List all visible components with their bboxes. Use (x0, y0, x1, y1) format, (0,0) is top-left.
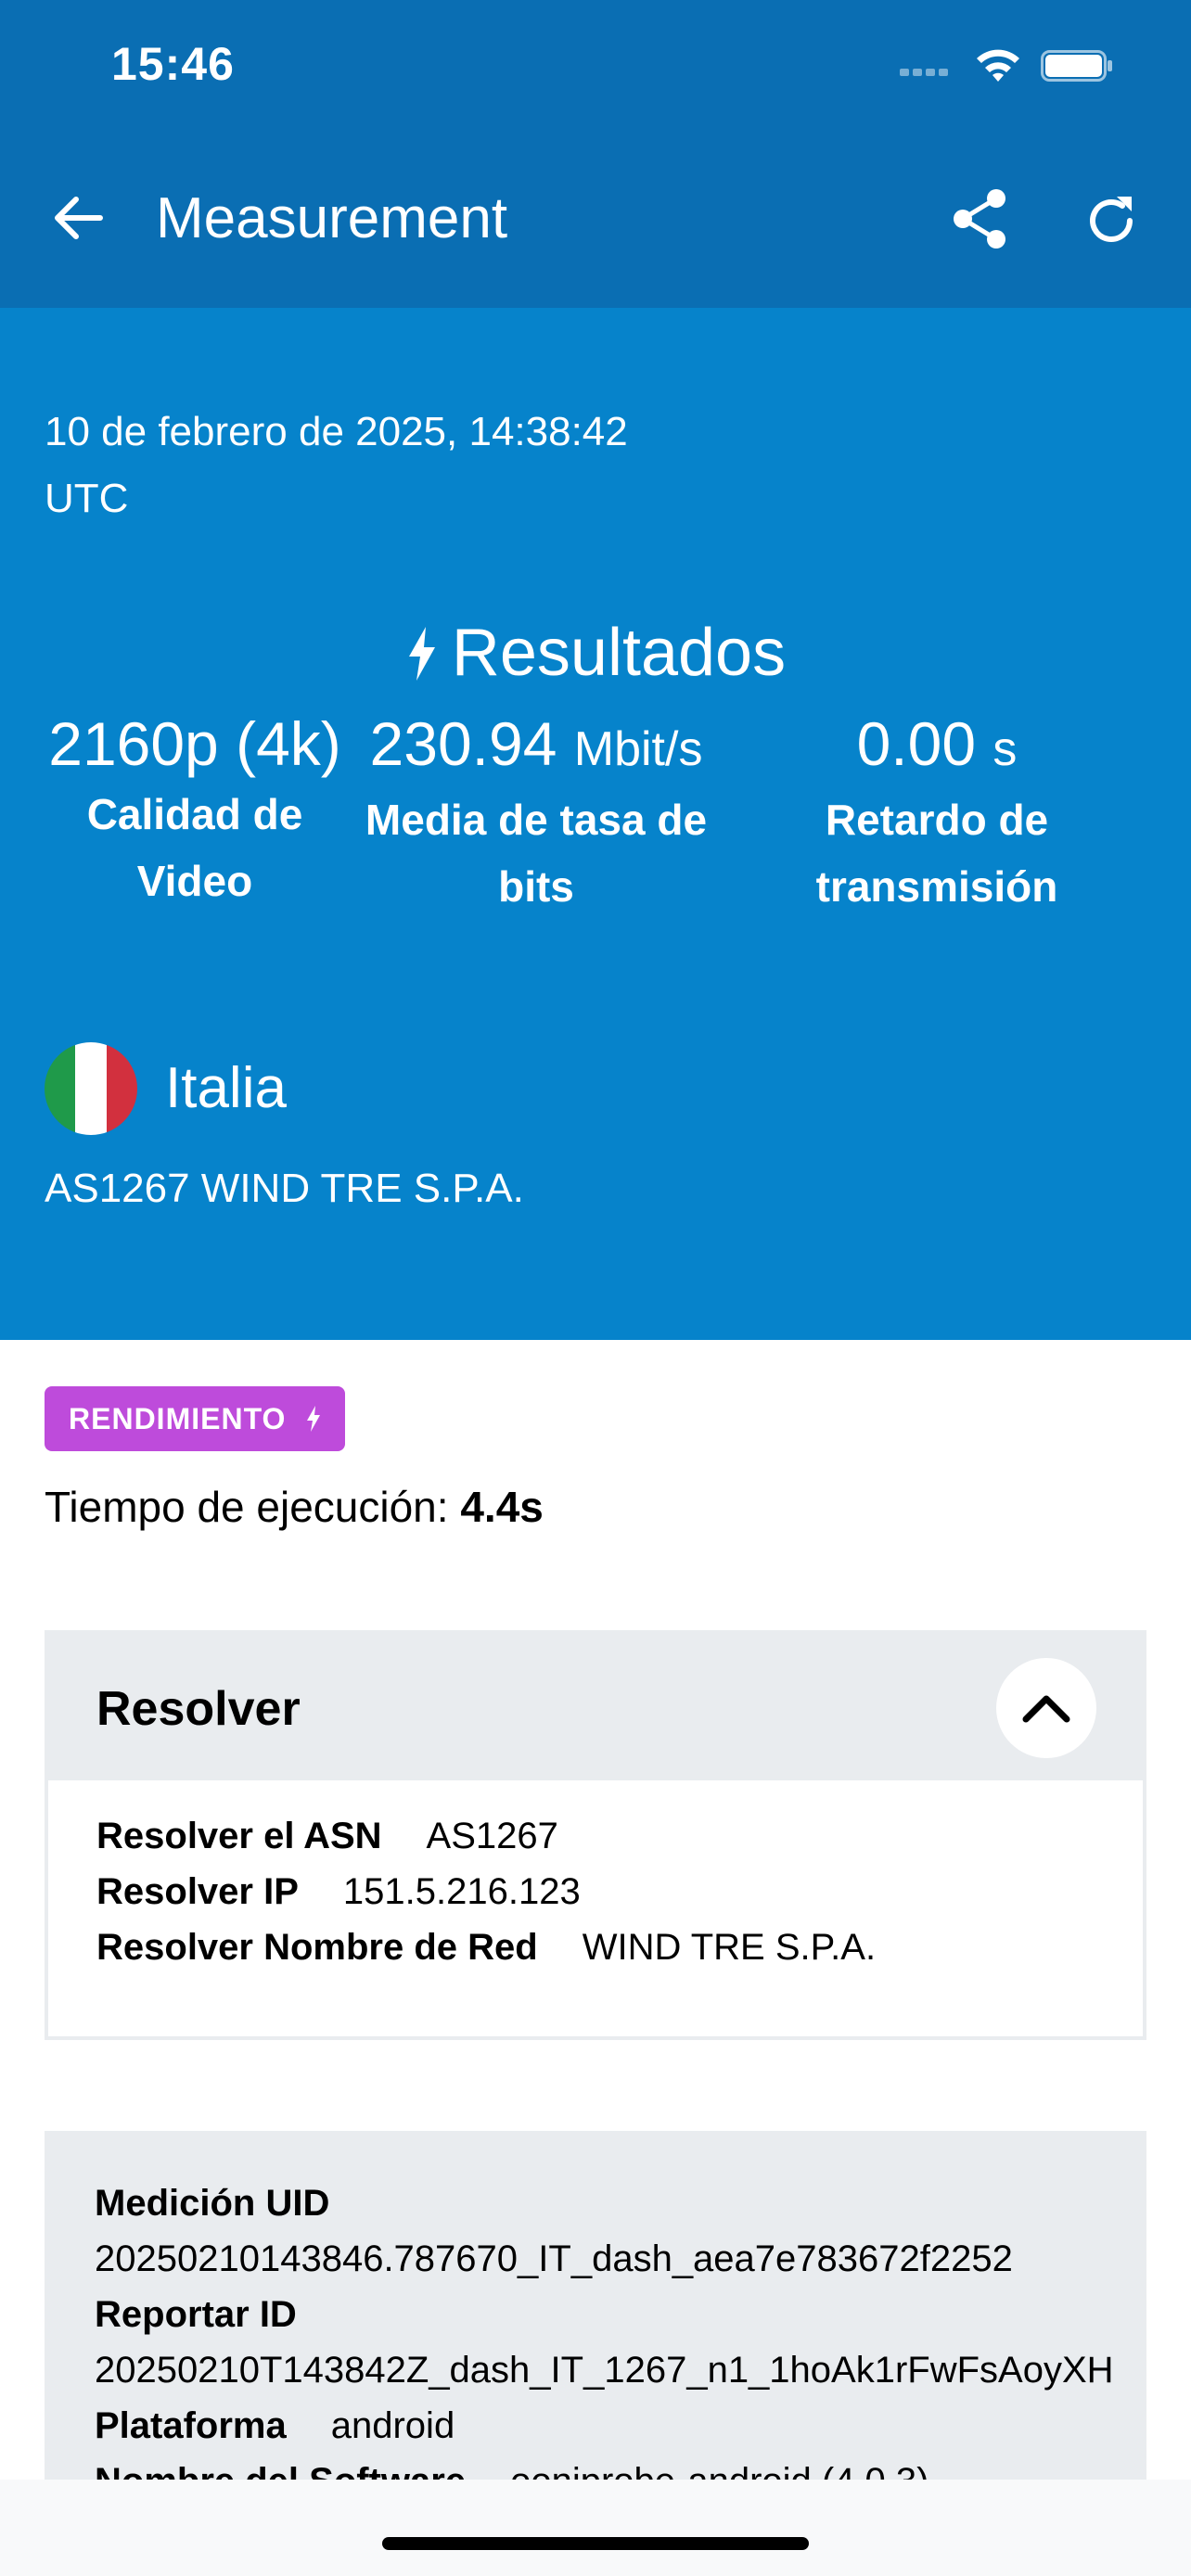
battery-icon (1041, 50, 1112, 82)
results-heading: Resultados (0, 614, 1191, 692)
results-title: Resultados (451, 616, 787, 690)
metric-label: Media de tasa de bits (365, 796, 708, 911)
badge-label: RENDIMIENTO (69, 1401, 287, 1435)
home-indicator[interactable] (382, 2537, 809, 2550)
wifi-icon (977, 49, 1019, 82)
top-app-bar: 15:46 Measurement (0, 0, 1191, 308)
platform-row: Plataforma android (95, 2398, 455, 2454)
metric-video-quality: 2160p (4k) Calidad de Video (37, 707, 352, 914)
metric-playout-delay: 0.00 s Retardo de transmisión (761, 707, 1113, 920)
metric-bitrate: 230.94 Mbit/s Media de tasa de bits (351, 707, 722, 920)
metric-value: 230.94 (369, 709, 557, 778)
metric-unit: Mbit/s (573, 722, 703, 776)
home-indicator-area (0, 2480, 1191, 2576)
results-hero: 10 de febrero de 2025, 14:38:42 UTC Resu… (0, 308, 1191, 1340)
runtime-value: 4.4s (460, 1483, 544, 1531)
measurement-details-panel: Medición UID 20250210143846.787670_IT_da… (45, 2131, 1146, 2520)
kv-key: Resolver IP (96, 1871, 299, 1912)
cellular-signal-icon (900, 57, 955, 76)
report-id: 20250210T143842Z_dash_IT_1267_n1_1hoAk1r… (95, 2350, 1114, 2391)
metric-unit: s (992, 722, 1018, 776)
report-id-label: Reportar ID (95, 2294, 297, 2335)
country-name: Italia (165, 1056, 287, 1120)
kv-value: AS1267 (426, 1816, 558, 1856)
status-time: 15:46 (111, 38, 235, 90)
resolver-panel-header[interactable]: Resolver (48, 1634, 1143, 1780)
kv-key: Resolver Nombre de Red (96, 1927, 538, 1968)
measurement-uid-label: Medición UID (95, 2183, 330, 2224)
refresh-icon[interactable] (1080, 189, 1143, 252)
runtime-label: Tiempo de ejecución: (45, 1483, 449, 1531)
kv-value: 151.5.216.123 (342, 1871, 581, 1912)
measurement-date: 10 de febrero de 2025, 14:38:42 UTC (45, 409, 628, 521)
test-category-badge: RENDIMIENTO (45, 1386, 346, 1451)
metric-value: 2160p (4k) (48, 709, 341, 778)
metric-label: Retardo de transmisión (815, 796, 1058, 911)
platform-label: Plataforma (95, 2405, 287, 2446)
collapse-button[interactable] (996, 1658, 1096, 1758)
metric-value: 0.00 (856, 709, 977, 778)
platform-value: android (330, 2405, 455, 2446)
network-asn: AS1267 WIND TRE S.P.A. (45, 1166, 524, 1211)
page-title: Measurement (156, 186, 508, 250)
chevron-up-icon (1022, 1695, 1070, 1723)
resolver-title: Resolver (96, 1682, 301, 1736)
resolver-asn-row: Resolver el ASN AS1267 (96, 1808, 558, 1864)
metric-label: Calidad de Video (86, 790, 303, 905)
lightning-icon (307, 1406, 321, 1432)
measurement-uid: 20250210143846.787670_IT_dash_aea7e78367… (95, 2238, 1013, 2279)
runtime: Tiempo de ejecución: 4.4s (45, 1474, 544, 1539)
resolver-network-row: Resolver Nombre de Red WIND TRE S.P.A. (96, 1919, 876, 1975)
lightning-icon (408, 627, 435, 681)
italy-flag-icon (45, 1042, 137, 1135)
share-icon[interactable] (946, 185, 1013, 252)
kv-key: Resolver el ASN (96, 1816, 382, 1856)
kv-value: WIND TRE S.P.A. (582, 1927, 877, 1968)
back-arrow-icon[interactable] (46, 185, 111, 250)
resolver-ip-row: Resolver IP 151.5.216.123 (96, 1864, 581, 1919)
resolver-panel: Resolver Resolver el ASN AS1267 Resolver … (45, 1630, 1146, 2040)
